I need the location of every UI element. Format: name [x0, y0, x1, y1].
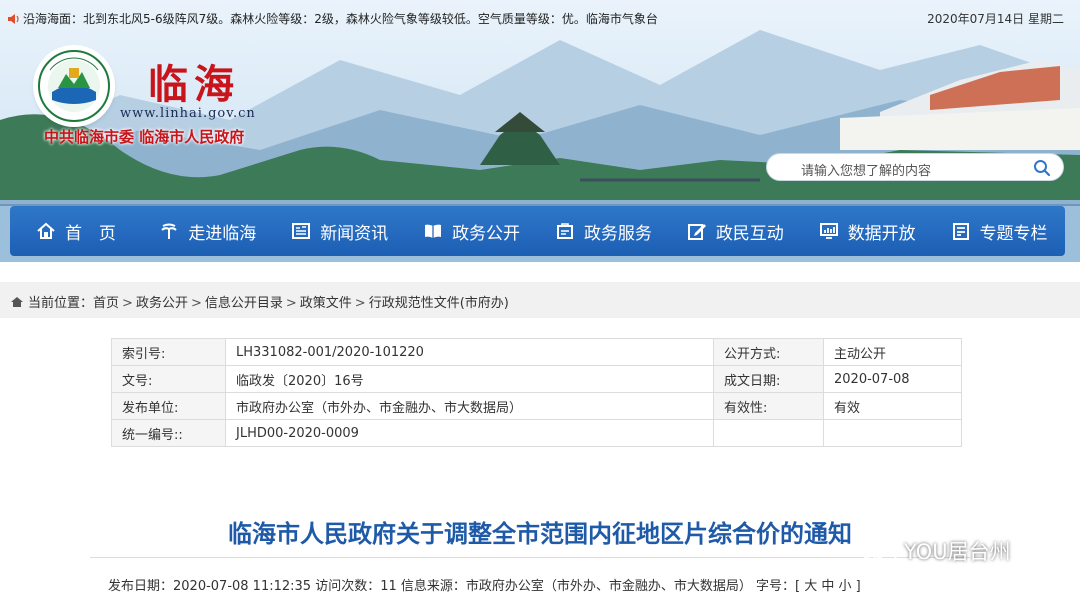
index-value: LH331082-001/2020-101220 — [225, 338, 714, 366]
issuer-label: 发布单位: — [111, 392, 226, 420]
breadcrumb-gov-open[interactable]: 政务公开 — [136, 296, 188, 311]
nav-label: 走进临海 — [188, 223, 257, 244]
breadcrumb-current[interactable]: 行政规范性文件(市府办) — [369, 296, 509, 311]
breadcrumb-separator: > — [285, 296, 297, 311]
validity-value: 有效 — [823, 392, 962, 420]
site-logo[interactable] — [36, 48, 112, 124]
unified-number-label: 统一编号:: — [111, 419, 226, 447]
city-emblem-icon — [38, 50, 110, 122]
current-date: 2020年07月14日 星期二 — [927, 12, 1064, 26]
nav-about[interactable]: 走进临海 — [142, 206, 274, 256]
issuer-value: 市政府办公室（市外办、市金融办、市大数据局） — [225, 392, 714, 420]
method-value: 主动公开 — [823, 338, 962, 366]
doc-number-label: 文号: — [111, 365, 226, 393]
written-date-value: 2020-07-08 — [823, 365, 962, 393]
nav-special[interactable]: 专题专栏 — [933, 206, 1065, 256]
doc-number-value: 临政发〔2020〕16号 — [225, 365, 714, 393]
nav-label: 政务服务 — [583, 223, 652, 244]
nav-label: 新闻资讯 — [320, 223, 389, 244]
nav-label: 政民互动 — [715, 223, 784, 244]
notice-bar: 沿海海面：北到东北风5-6级阵风7级。森林火险等级：2级，森林火险气象等级较低。… — [0, 0, 1080, 34]
validity-label: 有效性: — [713, 392, 824, 420]
nav-gov-service[interactable]: 政务服务 — [538, 206, 670, 256]
main-nav: 首 页 走进临海 新闻资讯 政务公开 政务服务 政民互动 数据开放 专题专栏 — [10, 206, 1065, 256]
breadcrumb-catalog[interactable]: 信息公开目录 — [205, 296, 283, 311]
newspaper-icon — [292, 223, 311, 239]
empty-cell — [713, 419, 824, 447]
header-banner: 沿海海面：北到东北风5-6级阵风7级。森林火险等级：2级，森林火险气象等级较低。… — [0, 0, 1080, 262]
wechat-icon — [859, 538, 897, 565]
breadcrumb: 当前位置：首页 > 政务公开 > 信息公开目录 > 政策文件 > 行政规范性文件(市府办) — [0, 282, 1080, 318]
nav-label: 首 页 — [64, 223, 116, 244]
table-row: 统一编号:: JLHD00-2020-0009 — [111, 419, 962, 447]
nav-open-data[interactable]: 数据开放 — [801, 206, 933, 256]
empty-cell — [823, 419, 962, 447]
breadcrumb-home[interactable]: 首页 — [93, 296, 119, 311]
nav-interaction[interactable]: 政民互动 — [669, 206, 801, 256]
written-date-label: 成文日期: — [713, 365, 824, 393]
weather-notice: 沿海海面：北到东北风5-6级阵风7级。森林火险等级：2级，森林火险气象等级较低。… — [8, 10, 658, 27]
table-row: 文号: 临政发〔2020〕16号 成文日期: 2020-07-08 — [111, 365, 962, 393]
method-label: 公开方式: — [713, 338, 824, 366]
search-box[interactable]: 请输入您想了解的内容 — [766, 153, 1064, 181]
nav-label: 专题专栏 — [979, 223, 1048, 244]
site-name: 临海 — [148, 61, 240, 108]
divider — [90, 557, 970, 558]
nav-news[interactable]: 新闻资讯 — [274, 206, 406, 256]
edit-icon — [687, 224, 706, 240]
breadcrumb-separator: > — [354, 296, 366, 311]
search-icon[interactable] — [1033, 159, 1051, 177]
home-icon — [37, 222, 55, 239]
watermark-text: YOU居台州 — [904, 540, 1011, 564]
notice-text: 沿海海面：北到东北风5-6级阵风7级。森林火险等级：2级，森林火险气象等级较低。… — [23, 12, 658, 26]
home-icon — [11, 297, 23, 307]
monitor-chart-icon — [819, 223, 838, 239]
nav-label: 数据开放 — [847, 223, 916, 244]
organization-name: 中共临海市委 临海市人民政府 — [44, 128, 245, 146]
breadcrumb-label: 当前位置： — [28, 296, 94, 311]
index-label: 索引号: — [111, 338, 226, 366]
table-row: 索引号: LH331082-001/2020-101220 公开方式: 主动公开 — [111, 338, 962, 366]
search-input[interactable]: 请输入您想了解的内容 — [801, 160, 931, 179]
column-icon — [952, 223, 969, 240]
breadcrumb-separator: > — [122, 296, 133, 311]
table-row: 发布单位: 市政府办公室（市外办、市金融办、市大数据局） 有效性: 有效 — [111, 392, 962, 420]
nav-home[interactable]: 首 页 — [10, 206, 142, 256]
palm-tree-icon — [161, 223, 178, 239]
breadcrumb-policy[interactable]: 政策文件 — [300, 296, 352, 311]
site-url: www.linhai.gov.cn — [120, 106, 256, 121]
service-icon — [556, 223, 573, 239]
open-book-icon — [425, 224, 442, 238]
nav-gov-open[interactable]: 政务公开 — [406, 206, 538, 256]
unified-number-value: JLHD00-2020-0009 — [225, 419, 714, 447]
watermark: YOU居台州 — [858, 536, 1011, 566]
breadcrumb-separator: > — [190, 296, 202, 311]
speaker-icon — [8, 14, 19, 24]
article-info: 发布日期：2020-07-08 11:12:35 访问次数：11 信息来源：市政… — [108, 579, 861, 594]
nav-label: 政务公开 — [452, 223, 521, 244]
document-meta-table: 索引号: LH331082-001/2020-101220 公开方式: 主动公开… — [111, 338, 962, 447]
